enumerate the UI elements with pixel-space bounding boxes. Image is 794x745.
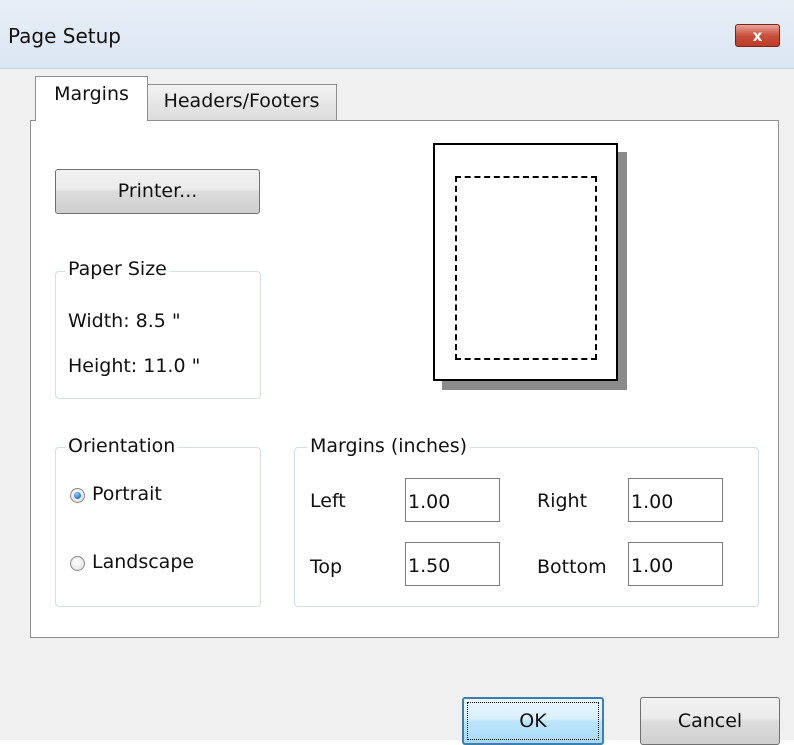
- landscape-label[interactable]: Landscape: [92, 551, 194, 573]
- margin-right-field[interactable]: [628, 478, 723, 522]
- page-setup-dialog: Page Setup x Headers/Footers Margins Pri…: [0, 0, 794, 745]
- orientation-group: [55, 447, 261, 607]
- paper-size-legend: Paper Size: [65, 258, 170, 280]
- page-preview-margin-outline: [455, 176, 597, 360]
- paper-size-group: [55, 271, 261, 399]
- ok-button[interactable]: OK: [462, 697, 604, 745]
- cancel-button[interactable]: Cancel: [640, 697, 780, 745]
- margin-top-field[interactable]: [405, 542, 500, 586]
- orientation-legend: Orientation: [65, 435, 179, 457]
- close-button[interactable]: x: [735, 24, 780, 47]
- margins-legend: Margins (inches): [307, 435, 471, 457]
- tab-label: Headers/Footers: [163, 90, 320, 112]
- margin-left-field[interactable]: [405, 478, 500, 522]
- close-icon: x: [752, 27, 763, 45]
- margin-left-label: Left: [310, 490, 346, 512]
- portrait-label[interactable]: Portrait: [92, 483, 162, 505]
- tab-headers-footers[interactable]: Headers/Footers: [146, 84, 337, 121]
- tab-label: Margins: [54, 83, 129, 105]
- dialog-title: Page Setup: [8, 24, 121, 48]
- margin-bottom-field[interactable]: [628, 542, 723, 586]
- paper-height-text: Height: 11.0 ": [68, 355, 201, 377]
- tab-margins[interactable]: Margins: [35, 76, 148, 121]
- margin-bottom-label: Bottom: [537, 556, 607, 578]
- paper-width-text: Width: 8.5 ": [68, 310, 181, 332]
- portrait-radio[interactable]: [70, 488, 85, 503]
- landscape-radio[interactable]: [70, 556, 85, 571]
- title-bar[interactable]: Page Setup x: [0, 0, 794, 69]
- margin-top-label: Top: [310, 556, 343, 578]
- margin-right-label: Right: [537, 490, 588, 512]
- printer-button[interactable]: Printer...: [55, 169, 260, 214]
